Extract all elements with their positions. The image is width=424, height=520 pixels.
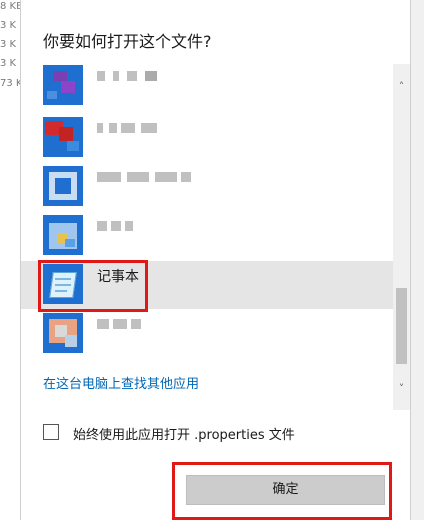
app-icon-obscured (43, 313, 83, 353)
app-list-item[interactable] (21, 64, 393, 110)
app-label-obscured (97, 172, 193, 182)
always-use-label: 始终使用此应用打开 .properties 文件 (73, 428, 295, 443)
scroll-down-arrow-icon[interactable]: ˅ (393, 380, 410, 397)
file-size: 3 K (0, 58, 17, 69)
dialog-title: 你要如何打开这个文件? (43, 32, 212, 51)
notepad-highlight-box (38, 260, 148, 312)
app-label-obscured (97, 71, 167, 81)
app-icon-obscured (43, 65, 83, 105)
app-list-item[interactable] (21, 310, 393, 358)
list-scrollbar[interactable]: ˄ ˅ (393, 64, 410, 410)
find-more-apps-link[interactable]: 在这台电脑上查找其他应用 (43, 373, 199, 392)
ok-button-highlight-box (172, 462, 392, 520)
app-list: 记事本 (21, 64, 393, 410)
app-list-item[interactable] (21, 212, 393, 260)
app-list-item[interactable] (21, 114, 393, 162)
app-label-obscured (97, 319, 167, 329)
always-use-checkbox[interactable] (43, 424, 59, 440)
app-label-obscured (97, 123, 167, 133)
app-icon-obscured (43, 166, 83, 206)
app-list-item[interactable] (21, 163, 393, 211)
scroll-up-arrow-icon[interactable]: ˄ (393, 78, 410, 95)
app-label-obscured (97, 221, 167, 231)
app-icon-obscured (43, 215, 83, 255)
file-size: 3 K (0, 39, 17, 50)
background-file-list: 8 KB 3 K 3 K 3 K 73 K (0, 0, 23, 520)
scrollbar-thumb[interactable] (396, 288, 407, 364)
file-size: 3 K (0, 20, 17, 31)
app-icon-obscured (43, 117, 83, 157)
